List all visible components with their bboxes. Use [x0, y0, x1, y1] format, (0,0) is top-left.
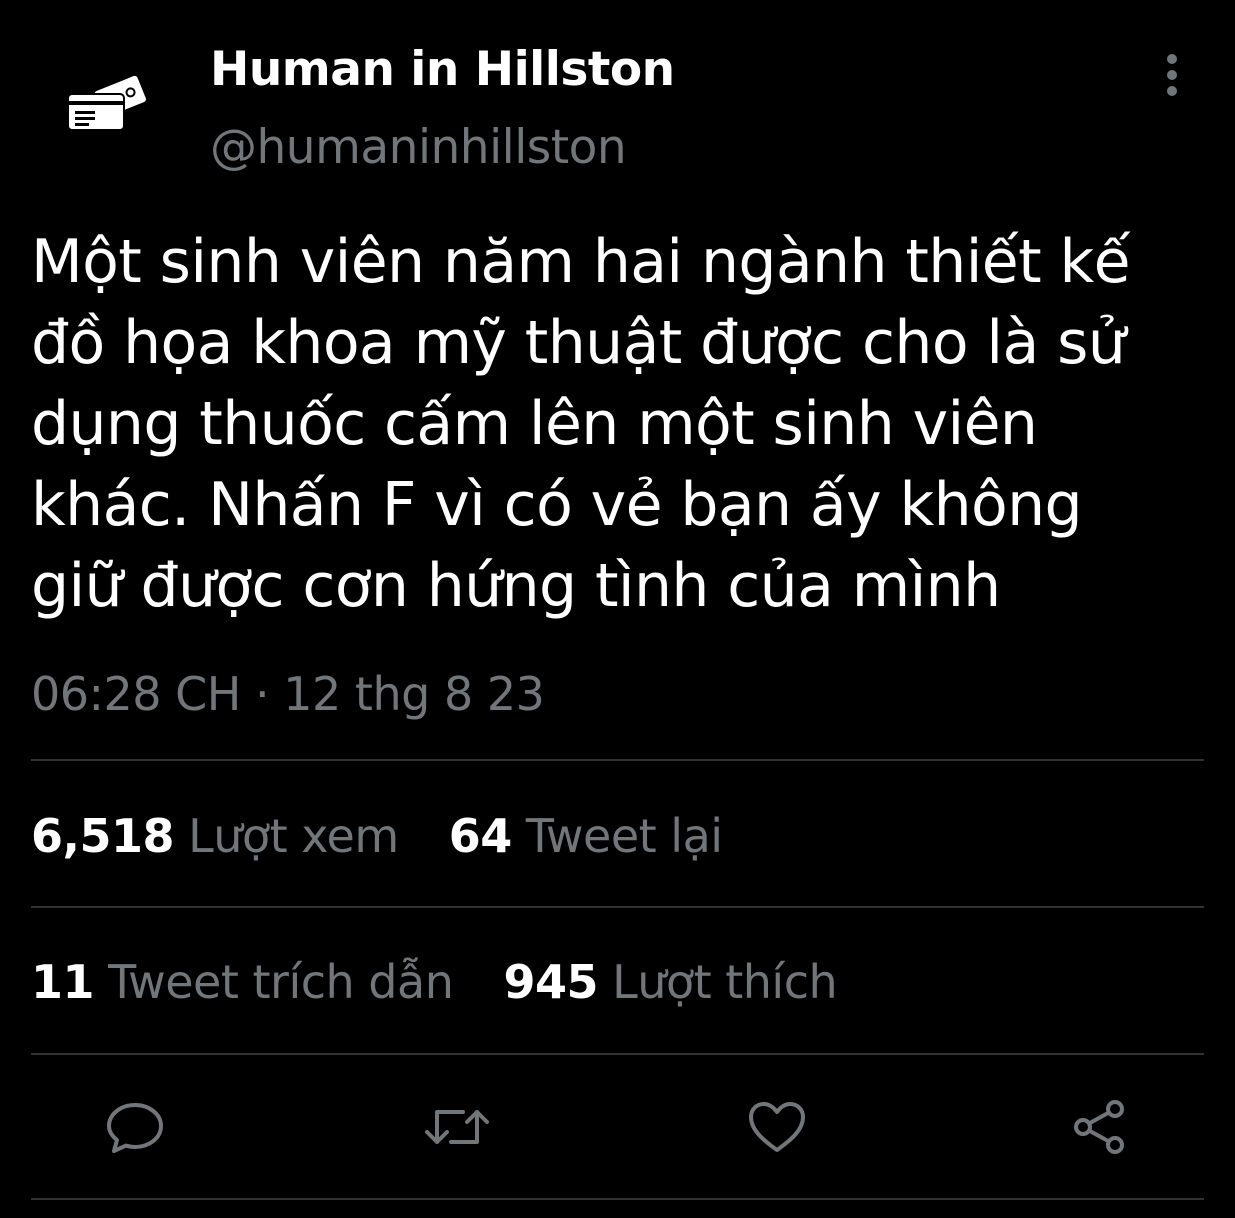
retweets-stat[interactable]: 64 Tweet lại [449, 806, 723, 866]
divider [31, 1198, 1204, 1200]
more-options-button[interactable] [1150, 50, 1194, 100]
likes-count: 945 [503, 955, 599, 1009]
retweets-label: Tweet lại [525, 809, 723, 863]
divider [31, 1053, 1204, 1055]
share-button[interactable] [1064, 1092, 1134, 1162]
quotes-stat[interactable]: 11 Tweet trích dẫn [31, 952, 454, 1012]
share-icon [1074, 1100, 1124, 1154]
tweet-timestamp[interactable]: 06:28 CH · 12 thg 8 23 [31, 664, 545, 724]
tweet-time: 06:28 CH [31, 667, 241, 721]
views-label: Lượt xem [188, 809, 399, 863]
retweet-button[interactable] [422, 1092, 492, 1162]
tweet-text: Một sinh viên năm hai ngành thiết kế đồ … [31, 227, 1131, 621]
author-name[interactable]: Human in Hillston [210, 40, 675, 100]
author-handle[interactable]: @humaninhillston [210, 118, 627, 178]
likes-label: Lượt thích [612, 955, 838, 1009]
tweet-date: 12 thg 8 23 [283, 667, 545, 721]
like-icon [749, 1102, 805, 1152]
divider [31, 759, 1204, 761]
reply-button[interactable] [100, 1092, 170, 1162]
retweets-count: 64 [448, 809, 513, 863]
retweet-icon [425, 1110, 489, 1144]
quotes-count: 11 [31, 955, 95, 1009]
avatar[interactable] [62, 70, 152, 134]
divider [31, 906, 1204, 908]
reply-icon [107, 1103, 163, 1153]
likes-stat[interactable]: 945 Lượt thích [503, 952, 837, 1012]
more-vertical-icon [1167, 54, 1177, 96]
quotes-label: Tweet trích dẫn [108, 955, 454, 1009]
stats-row-quotes-likes: 11 Tweet trích dẫn 945 Lượt thích [31, 952, 873, 1012]
timestamp-separator: · [255, 667, 270, 721]
views-count: 6,518 [31, 809, 175, 863]
credit-card-icon [67, 75, 146, 131]
like-button[interactable] [742, 1092, 812, 1162]
stats-row-views-retweets: 6,518 Lượt xem 64 Tweet lại [31, 806, 759, 866]
views-stat[interactable]: 6,518 Lượt xem [31, 806, 399, 866]
